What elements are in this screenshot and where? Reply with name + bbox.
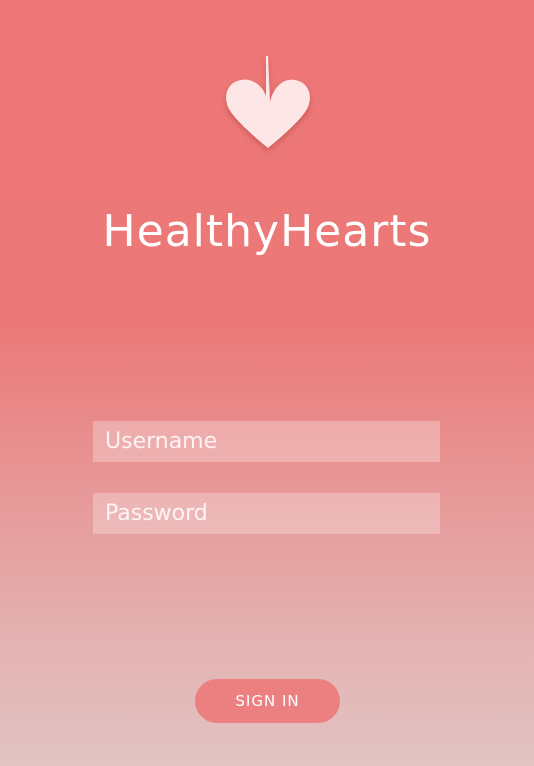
heart-logo-icon <box>222 52 314 152</box>
username-input[interactable] <box>93 421 440 462</box>
app-title: HealthyHearts <box>102 206 432 257</box>
login-screen: HealthyHearts SIGN IN <box>0 0 534 766</box>
sign-in-button[interactable]: SIGN IN <box>195 679 340 723</box>
password-input[interactable] <box>93 493 440 534</box>
